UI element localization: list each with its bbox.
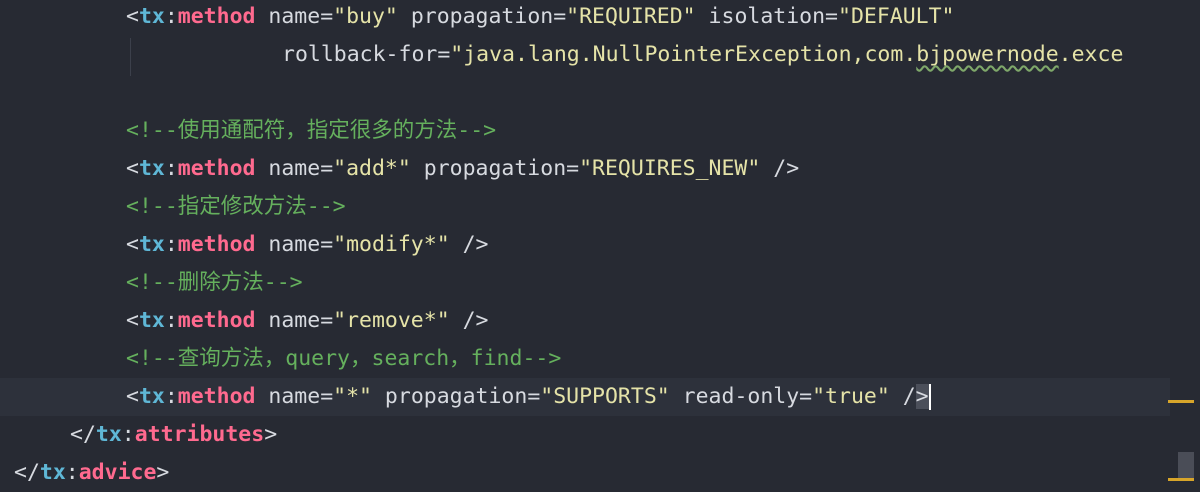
code-line-6[interactable]: <!--指定修改方法--> xyxy=(126,188,346,226)
code-attribute-value: .exce xyxy=(1058,42,1124,67)
code-attribute-value: "add*" xyxy=(333,156,411,181)
code-punctuation: /> xyxy=(449,308,489,333)
code-namespace: tx xyxy=(95,422,122,447)
code-attribute: name= xyxy=(255,308,334,333)
code-comment: <!--查询方法，query，search，find--> xyxy=(126,346,562,371)
code-attribute-value: "true" xyxy=(812,384,890,409)
code-punctuation: : xyxy=(164,384,178,409)
code-namespace: tx xyxy=(138,156,165,181)
code-punctuation: : xyxy=(121,422,135,447)
code-attribute: propagation= xyxy=(397,4,567,29)
code-line-13[interactable]: </tx:advice> xyxy=(14,454,169,492)
scrollbar-thumb[interactable] xyxy=(1178,452,1194,478)
code-punctuation: < xyxy=(126,232,139,257)
code-attribute: propagation= xyxy=(410,156,580,181)
warning-marker[interactable] xyxy=(1168,400,1194,403)
code-tag-name: method xyxy=(177,156,256,181)
code-attribute: read-only= xyxy=(669,384,813,409)
code-editor[interactable]: <tx:method name="buy" propagation="REQUI… xyxy=(0,0,1200,492)
code-attribute-value: "buy" xyxy=(333,4,398,29)
code-attribute-value: "java.lang.NullPointerException,com. xyxy=(450,42,917,67)
code-attribute-value: "REQUIRES_NEW" xyxy=(579,156,761,181)
text-cursor xyxy=(928,384,931,410)
code-namespace: tx xyxy=(138,308,165,333)
code-attribute-value: "DEFAULT" xyxy=(838,4,955,29)
code-punctuation: /> xyxy=(760,156,800,181)
code-comment: <!--指定修改方法--> xyxy=(126,194,346,219)
code-attribute-value: "modify*" xyxy=(333,232,450,257)
indent-guide xyxy=(130,38,131,76)
code-tag-name: advice xyxy=(78,460,157,485)
code-attribute: rollback-for= xyxy=(282,42,451,67)
code-punctuation: / xyxy=(889,384,916,409)
code-attribute: name= xyxy=(255,4,334,29)
code-line-7[interactable]: <tx:method name="modify*" /> xyxy=(126,226,488,264)
code-punctuation: : xyxy=(164,308,178,333)
code-tag-name: method xyxy=(177,308,256,333)
code-punctuation: < xyxy=(126,156,139,181)
code-punctuation: : xyxy=(164,4,178,29)
code-line-4[interactable]: <!--使用通配符，指定很多的方法--> xyxy=(126,112,496,150)
code-namespace: tx xyxy=(138,232,165,257)
code-punctuation: /> xyxy=(449,232,489,257)
code-punctuation: : xyxy=(65,460,79,485)
code-namespace: tx xyxy=(138,384,165,409)
code-line-12[interactable]: </tx:attributes> xyxy=(70,416,277,454)
code-attribute-value: "remove*" xyxy=(333,308,450,333)
code-punctuation: : xyxy=(164,232,178,257)
code-line-5[interactable]: <tx:method name="add*" propagation="REQU… xyxy=(126,150,799,188)
code-attribute-value-spelling: bjpowernode xyxy=(916,42,1059,67)
code-attribute: name= xyxy=(255,232,334,257)
code-line-2[interactable]: rollback-for="java.lang.NullPointerExcep… xyxy=(282,36,1123,74)
warning-marker[interactable] xyxy=(1168,478,1194,481)
code-attribute-value: "*" xyxy=(333,384,372,409)
code-line-8[interactable]: <!--删除方法--> xyxy=(126,264,303,302)
code-punctuation: </ xyxy=(14,460,40,485)
code-punctuation: : xyxy=(164,156,178,181)
code-punctuation: < xyxy=(126,4,139,29)
code-line-11-current[interactable]: <tx:method name="*" propagation="SUPPORT… xyxy=(0,378,1170,416)
code-comment: <!--删除方法--> xyxy=(126,270,303,295)
code-attribute: isolation= xyxy=(695,4,838,29)
code-punctuation: < xyxy=(126,384,139,409)
code-line-10[interactable]: <!--查询方法，query，search，find--> xyxy=(126,340,561,378)
code-tag-name: method xyxy=(177,4,256,29)
code-line-9[interactable]: <tx:method name="remove*" /> xyxy=(126,302,488,340)
code-namespace: tx xyxy=(39,460,66,485)
code-namespace: tx xyxy=(138,4,165,29)
code-punctuation: </ xyxy=(70,422,96,447)
code-punctuation: > xyxy=(156,460,170,485)
code-attribute-value: "SUPPORTS" xyxy=(540,384,670,409)
matched-bracket: > xyxy=(915,384,929,409)
code-punctuation: > xyxy=(264,422,278,447)
code-tag-name: method xyxy=(177,232,256,257)
code-tag-name: attributes xyxy=(134,422,265,447)
code-attribute: name= xyxy=(255,156,334,181)
code-tag-name: method xyxy=(177,384,256,409)
code-attribute: name= xyxy=(255,384,334,409)
code-punctuation: < xyxy=(126,308,139,333)
code-line-1[interactable]: <tx:method name="buy" propagation="REQUI… xyxy=(126,0,955,36)
code-attribute: propagation= xyxy=(371,384,541,409)
code-attribute-value: "REQUIRED" xyxy=(566,4,696,29)
code-comment: <!--使用通配符，指定很多的方法--> xyxy=(126,118,497,143)
